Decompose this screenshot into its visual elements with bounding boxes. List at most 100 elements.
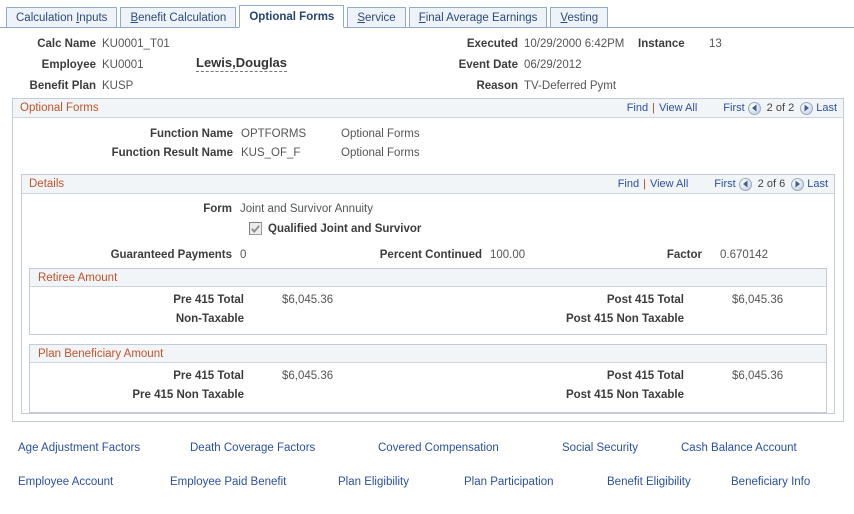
tab-label: Final Average Earnings [418, 12, 538, 24]
link-benefit-eligibility[interactable]: Benefit Eligibility [607, 476, 691, 488]
details-last-link[interactable]: Last [807, 178, 828, 190]
function-name-description: Optional Forms [341, 128, 420, 140]
executed-value: 10/29/2000 6:42PM [524, 38, 625, 50]
link-death-coverage-factors[interactable]: Death Coverage Factors [190, 442, 315, 454]
related-links-row-1: Age Adjustment Factors Death Coverage Fa… [0, 434, 854, 468]
optional-forms-group-title: Optional Forms [20, 102, 99, 114]
tab-optional-forms[interactable]: Optional Forms [239, 5, 345, 28]
optional-forms-group-header: Optional Forms Find | View All First 2 o… [13, 99, 843, 118]
benefit-plan-label: Benefit Plan [29, 80, 96, 92]
previous-row-icon[interactable] [747, 101, 761, 115]
link-social-security[interactable]: Social Security [562, 442, 638, 454]
details-sequence: 2 of 6 [757, 178, 786, 190]
executed-label: Executed [466, 38, 518, 50]
link-cash-balance-account[interactable]: Cash Balance Account [681, 442, 797, 454]
optional-forms-find-link[interactable]: Find [627, 102, 648, 114]
related-links-row-2: Employee Account Employee Paid Benefit P… [0, 468, 854, 502]
retiree-non-taxable-row: Non-Taxable Post 415 Non Taxable [30, 312, 826, 334]
link-age-adjustment-factors[interactable]: Age Adjustment Factors [18, 442, 140, 454]
form-row: Form Joint and Survivor Annuity [22, 202, 834, 221]
details-find-link[interactable]: Find [618, 178, 639, 190]
tab-label: Optional Forms [249, 11, 335, 23]
beneficiary-pre-415-non-taxable-label: Pre 415 Non Taxable [132, 389, 244, 401]
beneficiary-post-415-total-value: $6,045.36 [732, 370, 784, 382]
instance-label: Instance [638, 38, 685, 50]
details-pager: First 2 of 6 Last [714, 177, 828, 191]
details-first-link[interactable]: First [714, 178, 735, 190]
beneficiary-pre-415-total-row: Pre 415 Total $6,045.36 Post 415 Total $… [30, 369, 826, 388]
link-beneficiary-info[interactable]: Beneficiary Info [731, 476, 810, 488]
optional-forms-group: Optional Forms Find | View All First 2 o… [12, 98, 844, 422]
executed-label-wrap: Executed [406, 38, 518, 50]
employee-id-value: KU0001 [102, 59, 144, 71]
link-plan-participation[interactable]: Plan Participation [464, 476, 554, 488]
link-plan-eligibility[interactable]: Plan Eligibility [338, 476, 409, 488]
previous-row-icon[interactable] [738, 177, 752, 191]
form-label: Form [203, 203, 232, 215]
function-result-name-value: KUS_OF_F [241, 147, 301, 159]
retiree-amount-header: Retiree Amount [30, 269, 826, 287]
instance-value: 13 [709, 38, 722, 50]
qualified-joint-survivor-checkbox[interactable] [249, 222, 262, 235]
employee-label: Employee [41, 59, 96, 71]
optional-forms-mid-gap [13, 165, 843, 174]
tab-vesting[interactable]: Vesting [550, 7, 609, 28]
guaranteed-payments-label: Guaranteed Payments [110, 249, 232, 261]
employee-label-wrap: Employee [0, 59, 96, 71]
optional-forms-pager: First 2 of 2 Last [723, 101, 837, 115]
plan-beneficiary-amount-header: Plan Beneficiary Amount [30, 345, 826, 363]
reason-label: Reason [476, 80, 518, 92]
function-name-value: OPTFORMS [241, 128, 307, 140]
retiree-pre-415-total-row: Pre 415 Total $6,045.36 Post 415 Total $… [30, 293, 826, 312]
retiree-amount-title: Retiree Amount [38, 271, 118, 284]
beneficiary-pre-415-total-label: Pre 415 Total [173, 370, 244, 382]
retiree-non-taxable-label: Non-Taxable [175, 313, 244, 325]
plan-beneficiary-amount-section: Plan Beneficiary Amount Pre 415 Total $6… [29, 344, 827, 413]
percent-continued-label: Percent Continued [379, 249, 482, 261]
event-date-label-wrap: Event Date [406, 59, 518, 71]
qualified-joint-survivor-label: Qualified Joint and Survivor [268, 223, 422, 235]
details-group: Details Find | View All First 2 of 6 Las… [21, 174, 835, 414]
nav-separator: | [652, 102, 655, 114]
details-group-title: Details [29, 178, 65, 190]
details-top-gap [22, 194, 834, 202]
tab-final-average-earnings[interactable]: Final Average Earnings [408, 7, 548, 28]
optional-forms-view-all-link[interactable]: View All [659, 102, 697, 114]
beneficiary-non-taxable-row: Pre 415 Non Taxable Post 415 Non Taxable [30, 388, 826, 412]
tab-label: Benefit Calculation [130, 12, 227, 24]
next-row-icon[interactable] [800, 101, 814, 115]
factor-value: 0.670142 [720, 249, 768, 261]
optional-forms-sequence: 2 of 2 [766, 102, 795, 114]
link-covered-compensation[interactable]: Covered Compensation [378, 442, 499, 454]
calc-name-label: Calc Name [37, 38, 96, 50]
beneficiary-post-415-total-label: Post 415 Total [606, 370, 684, 382]
retiree-pre-415-total-value: $6,045.36 [282, 294, 334, 306]
link-employee-account[interactable]: Employee Account [18, 476, 113, 488]
retiree-amount-section: Retiree Amount Pre 415 Total $6,045.36 P… [29, 268, 827, 335]
page-tab-strip: Calculation Inputs Benefit Calculation O… [0, 0, 854, 28]
plan-beneficiary-amount-title: Plan Beneficiary Amount [38, 347, 164, 360]
function-result-name-label: Function Result Name [111, 147, 233, 159]
employee-name[interactable]: Lewis,Douglas [196, 55, 288, 72]
tab-calculation-inputs[interactable]: Calculation Inputs [6, 7, 118, 28]
retiree-pre-415-total-label: Pre 415 Total [173, 294, 244, 306]
event-date-label: Event Date [458, 59, 518, 71]
next-row-icon[interactable] [791, 177, 805, 191]
calculation-header: Calc Name KU0001_T01 Employee KU0001 Lew… [0, 28, 854, 98]
link-employee-paid-benefit[interactable]: Employee Paid Benefit [170, 476, 286, 488]
tab-label: Vesting [560, 12, 599, 24]
form-value: Joint and Survivor Annuity [240, 203, 373, 215]
optional-forms-last-link[interactable]: Last [816, 102, 837, 114]
guaranteed-payments-row: Guaranteed Payments 0 Percent Continued … [22, 247, 834, 268]
optional-forms-first-link[interactable]: First [723, 102, 744, 114]
nav-separator: | [643, 178, 646, 190]
tab-service[interactable]: Service [347, 7, 406, 28]
tab-label: Calculation Inputs [16, 12, 108, 24]
details-view-all-link[interactable]: View All [650, 178, 688, 190]
guaranteed-payments-value: 0 [240, 249, 247, 261]
reason-value: TV-Deferred Pymt [524, 80, 617, 92]
calc-name-label-wrap: Calc Name [0, 38, 96, 50]
tab-benefit-calculation[interactable]: Benefit Calculation [120, 7, 237, 28]
percent-continued-value: 100.00 [490, 249, 526, 261]
